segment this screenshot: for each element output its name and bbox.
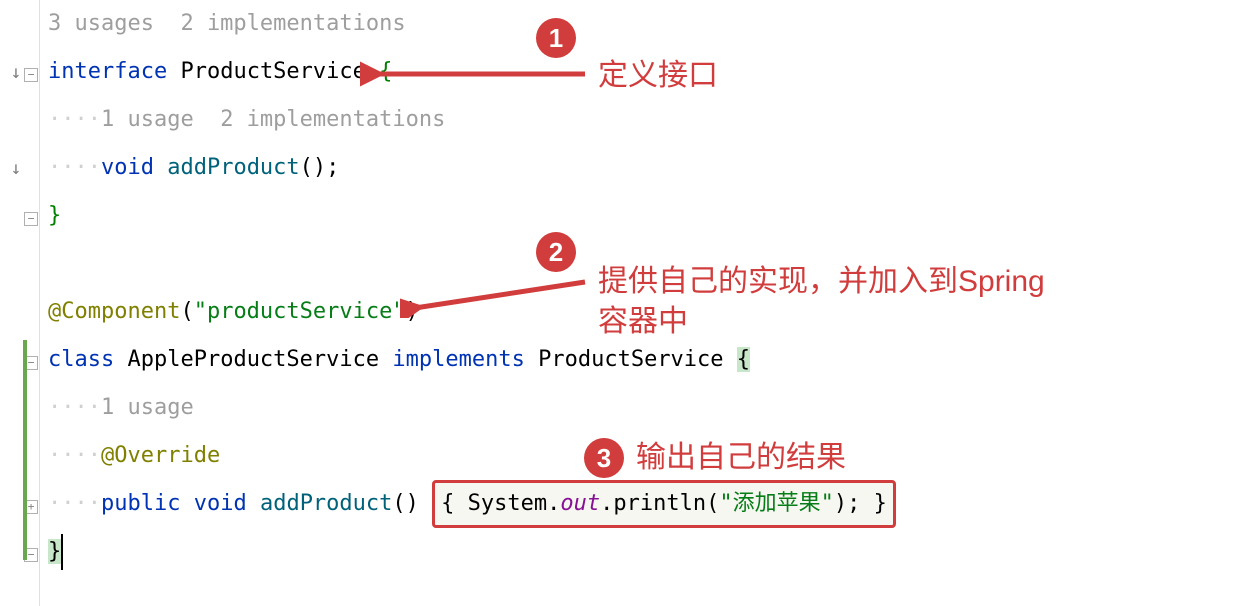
usages-hint[interactable]: 1 usage 2 implementations: [101, 107, 445, 132]
change-marker: [23, 340, 27, 560]
usages-hint[interactable]: 3 usages 2 implementations: [48, 11, 406, 36]
annotation-badge-3: 3: [584, 438, 624, 478]
code-line[interactable]: }: [48, 192, 1242, 240]
open-brace: {: [737, 347, 750, 372]
close-brace-cursor: }: [48, 539, 61, 564]
code-line[interactable]: ····public void addProduct() { System.ou…: [48, 480, 1242, 528]
code-line[interactable]: ····void addProduct();: [48, 144, 1242, 192]
close-brace: }: [48, 203, 61, 228]
annotation-badge-1: 1: [536, 18, 576, 58]
fold-toggle-icon[interactable]: −: [24, 68, 38, 82]
implements-down-icon[interactable]: ↓: [6, 158, 26, 178]
annotation-badge-2: 2: [536, 232, 576, 272]
editor-gutter: ↓ − ↓ − − + −: [0, 0, 40, 606]
implements-down-icon[interactable]: ↓: [6, 62, 26, 82]
inlay-hint-line: ····1 usage 2 implementations: [48, 96, 1242, 144]
annotation-text-3: 输出自己的结果: [636, 438, 846, 478]
folded-method-body[interactable]: { System.out.println("添加苹果"); }: [432, 480, 896, 528]
code-line[interactable]: }: [48, 528, 1242, 576]
usages-hint[interactable]: 1 usage: [101, 395, 194, 420]
text-caret: [61, 534, 63, 570]
code-line[interactable]: class AppleProductService implements Pro…: [48, 336, 1242, 384]
open-brace: {: [379, 59, 392, 84]
fold-end-icon[interactable]: −: [24, 212, 38, 226]
inlay-hint-line: ····1 usage: [48, 384, 1242, 432]
annotation-text-2: 提供自己的实现，并加入到Spring容器中: [598, 262, 1068, 342]
annotation-text-1: 定义接口: [598, 56, 718, 96]
inlay-hint-line: 3 usages 2 implementations: [48, 0, 1242, 48]
